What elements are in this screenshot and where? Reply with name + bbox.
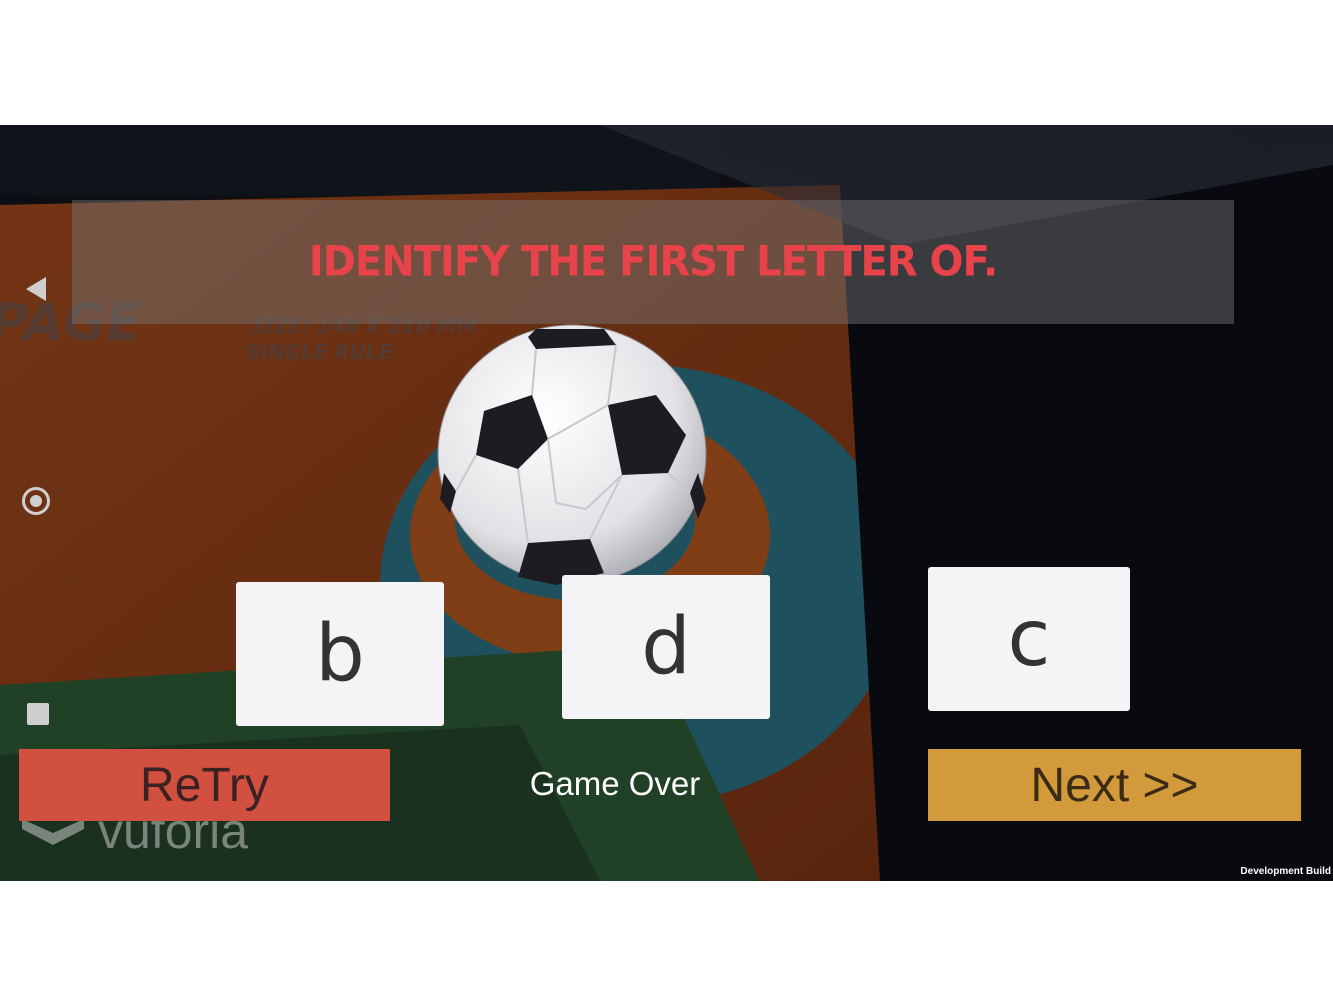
home-nav-icon[interactable]	[22, 487, 50, 515]
answer-choice-2[interactable]: d	[562, 575, 770, 719]
ar-camera-view: PAGE SIZE: 148 X 210 MM SINGLE RULE IDEN…	[0, 125, 1333, 881]
next-button[interactable]: Next >>	[928, 749, 1301, 821]
question-banner: IDENTIFY THE FIRST LETTER OF.	[72, 200, 1234, 324]
back-nav-icon[interactable]	[26, 277, 46, 301]
recent-apps-nav-icon[interactable]	[27, 703, 49, 725]
game-over-status: Game Over	[529, 765, 701, 802]
retry-button[interactable]: ReTry	[19, 749, 390, 821]
answer-choice-3[interactable]: c	[928, 567, 1130, 711]
question-text: IDENTIFY THE FIRST LETTER OF.	[308, 237, 998, 287]
development-build-label: Development Build	[1240, 866, 1331, 877]
answer-choice-1[interactable]: b	[236, 582, 444, 726]
soccer-ball-icon	[437, 324, 707, 585]
